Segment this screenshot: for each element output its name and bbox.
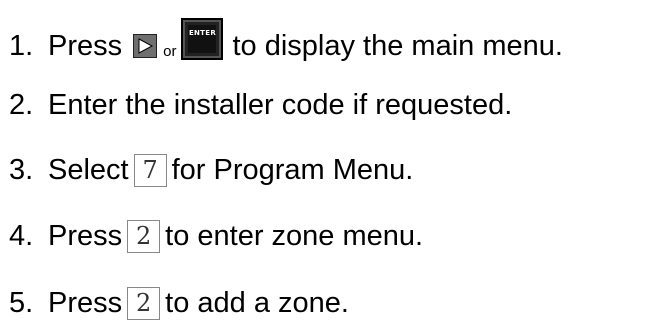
enter-key-label: ENTER (188, 29, 217, 37)
step-3: 3. Select 7 for Program Menu. (9, 150, 413, 190)
step-text: Enter the installer code if requested. (48, 88, 513, 121)
right-arrow-key-icon (133, 34, 158, 58)
step-2: 2. Enter the installer code if requested… (9, 85, 512, 125)
step-number: 1. (9, 29, 34, 62)
step-text-after: to display the main menu. (232, 29, 563, 62)
key-2-icon: 2 (127, 286, 161, 320)
step-text-before: Press (48, 219, 123, 252)
enter-key-icon: ENTER (181, 18, 224, 60)
step-text-after: for Program Menu. (171, 153, 414, 186)
step-text-before: Press (48, 286, 123, 319)
key-2-icon: 2 (127, 219, 161, 253)
step-5: 5. Press 2 to add a zone. (9, 283, 349, 323)
step-text-before: Select (48, 153, 129, 186)
step-4: 4. Press 2 to enter zone menu. (9, 216, 423, 256)
step-number: 3. (9, 153, 34, 186)
step-text-after: to add a zone. (165, 286, 349, 319)
step-number: 2. (9, 88, 34, 121)
step-text-after: to enter zone menu. (165, 219, 424, 252)
key-7-icon: 7 (133, 153, 167, 187)
or-text: or (163, 43, 177, 60)
step-number: 4. (9, 219, 34, 252)
step-number: 5. (9, 286, 34, 319)
step-text-before: Press (48, 29, 123, 62)
instruction-steps: 1. Press or ENTER to display the main me… (0, 0, 650, 323)
step-1: 1. Press or ENTER to display the main me… (9, 18, 563, 66)
